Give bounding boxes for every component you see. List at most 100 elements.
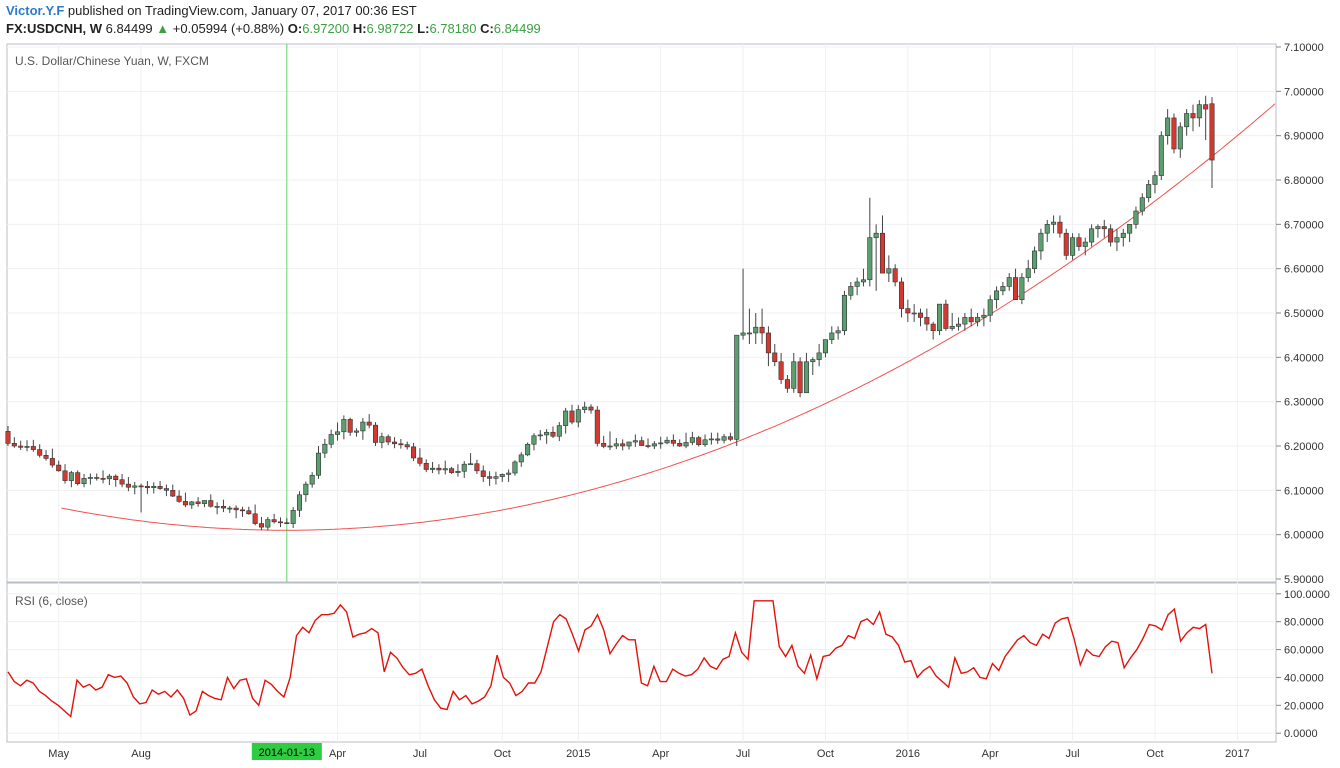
candle-body (1025, 268, 1031, 278)
time-tick-label: Jul (736, 748, 750, 760)
candle-body (455, 470, 461, 473)
candle-body (37, 449, 43, 456)
price-tick-label: 6.20000 (1284, 441, 1324, 453)
time-axis: May Aug Apr Jul Oct 2015 Apr Jul Oct 2016 Apr Jul Oc… (48, 748, 1249, 760)
candle-body (366, 421, 372, 426)
candle-body (1070, 237, 1076, 256)
candle-body (252, 513, 258, 524)
time-tick-label: 2016 (896, 748, 920, 760)
candle-body (1196, 104, 1202, 119)
candle-body (1032, 250, 1038, 269)
candle-body (227, 507, 233, 510)
candle-body (1108, 228, 1114, 243)
candle-body (1203, 104, 1209, 110)
candle-body (696, 437, 702, 445)
candle-body (315, 452, 322, 476)
time-tick-label: 2015 (566, 748, 590, 760)
candle-body (879, 232, 886, 274)
candle (1171, 113, 1177, 154)
candle-body (246, 510, 252, 515)
candle-body (860, 279, 866, 283)
date-badge-label: 2014-01-13 (259, 747, 315, 759)
candle-body (354, 430, 360, 433)
candle-body (702, 439, 708, 445)
candle-body (803, 361, 809, 394)
candle-body (334, 431, 341, 435)
time-tick-label: Oct (817, 748, 834, 760)
candle-body (398, 443, 404, 446)
time-tick-label: 2017 (1225, 748, 1249, 760)
candle-body (873, 232, 879, 238)
candle-body (62, 470, 68, 481)
candle-body (182, 501, 188, 506)
rsi-axis: 0.0000 20.0000 40.0000 60.0000 80.0000 100.00… (1276, 589, 1330, 740)
time-tick-label: Apr (652, 748, 669, 760)
candle-body (759, 326, 765, 334)
price-chart[interactable]: May Aug Apr Jul Oct 2015 Apr Jul Oct 2016 Apr Jul Oc… (0, 0, 1340, 768)
candle-body (214, 505, 220, 508)
candle-body (601, 443, 607, 447)
price-tick-label: 6.30000 (1284, 397, 1324, 409)
candle-body (303, 483, 309, 496)
candle-body (189, 501, 195, 506)
candle-body (708, 438, 714, 441)
candle-body (322, 443, 328, 454)
candle-body (125, 483, 131, 488)
candle-body (176, 495, 182, 502)
candle-body (664, 439, 670, 444)
candle-body (1095, 226, 1101, 230)
candle-body (1051, 221, 1057, 225)
candle-body (867, 237, 873, 281)
candle (841, 290, 847, 336)
candle (75, 470, 81, 486)
candle-body (924, 317, 930, 325)
rsi-pane[interactable] (6, 582, 1277, 743)
candle-body (1006, 277, 1012, 287)
candle-body (411, 446, 417, 459)
candle-body (689, 437, 695, 443)
candle-body (106, 475, 112, 480)
candle-body (1000, 286, 1006, 292)
rsi-tick-label: 100.0000 (1284, 589, 1330, 601)
candle-body (981, 314, 987, 318)
candle-body (296, 494, 303, 511)
candle-body (1019, 277, 1025, 300)
candle (1158, 131, 1164, 180)
candle-body (499, 474, 505, 477)
candle-body (1158, 135, 1164, 176)
time-tick-label: Oct (494, 748, 511, 760)
candle-body (841, 294, 847, 332)
candle (943, 299, 949, 331)
candle-body (930, 323, 936, 332)
candle-body (563, 410, 569, 426)
candle-body (487, 476, 493, 479)
candle-body (436, 467, 442, 471)
candle-body (1133, 210, 1139, 225)
time-tick-label: Apr (982, 748, 999, 760)
candle-body (753, 326, 759, 334)
candle-body (385, 436, 391, 443)
rsi-tick-label: 40.0000 (1284, 672, 1324, 684)
rsi-tick-label: 60.0000 (1284, 645, 1324, 657)
rsi-title: RSI (6, close) (15, 594, 88, 608)
candle-body (620, 443, 626, 447)
candle-body (835, 330, 841, 334)
candle-body (1171, 117, 1177, 150)
candle (734, 334, 740, 446)
rsi-tick-label: 80.0000 (1284, 617, 1324, 629)
candle-body (442, 468, 448, 471)
rsi-tick-label: 20.0000 (1284, 700, 1324, 712)
candle-body (639, 440, 645, 446)
candle-body (556, 425, 562, 437)
candle (696, 435, 702, 447)
time-tick-label: May (48, 748, 69, 760)
candle-body (1139, 197, 1145, 212)
price-tick-label: 6.70000 (1284, 219, 1324, 231)
candle (797, 357, 803, 398)
candle-body (848, 286, 854, 296)
candle-body (886, 268, 892, 274)
price-tick-label: 6.60000 (1284, 264, 1324, 276)
candle-body (265, 519, 271, 528)
candle-body (163, 488, 169, 491)
candle-body (49, 458, 55, 466)
